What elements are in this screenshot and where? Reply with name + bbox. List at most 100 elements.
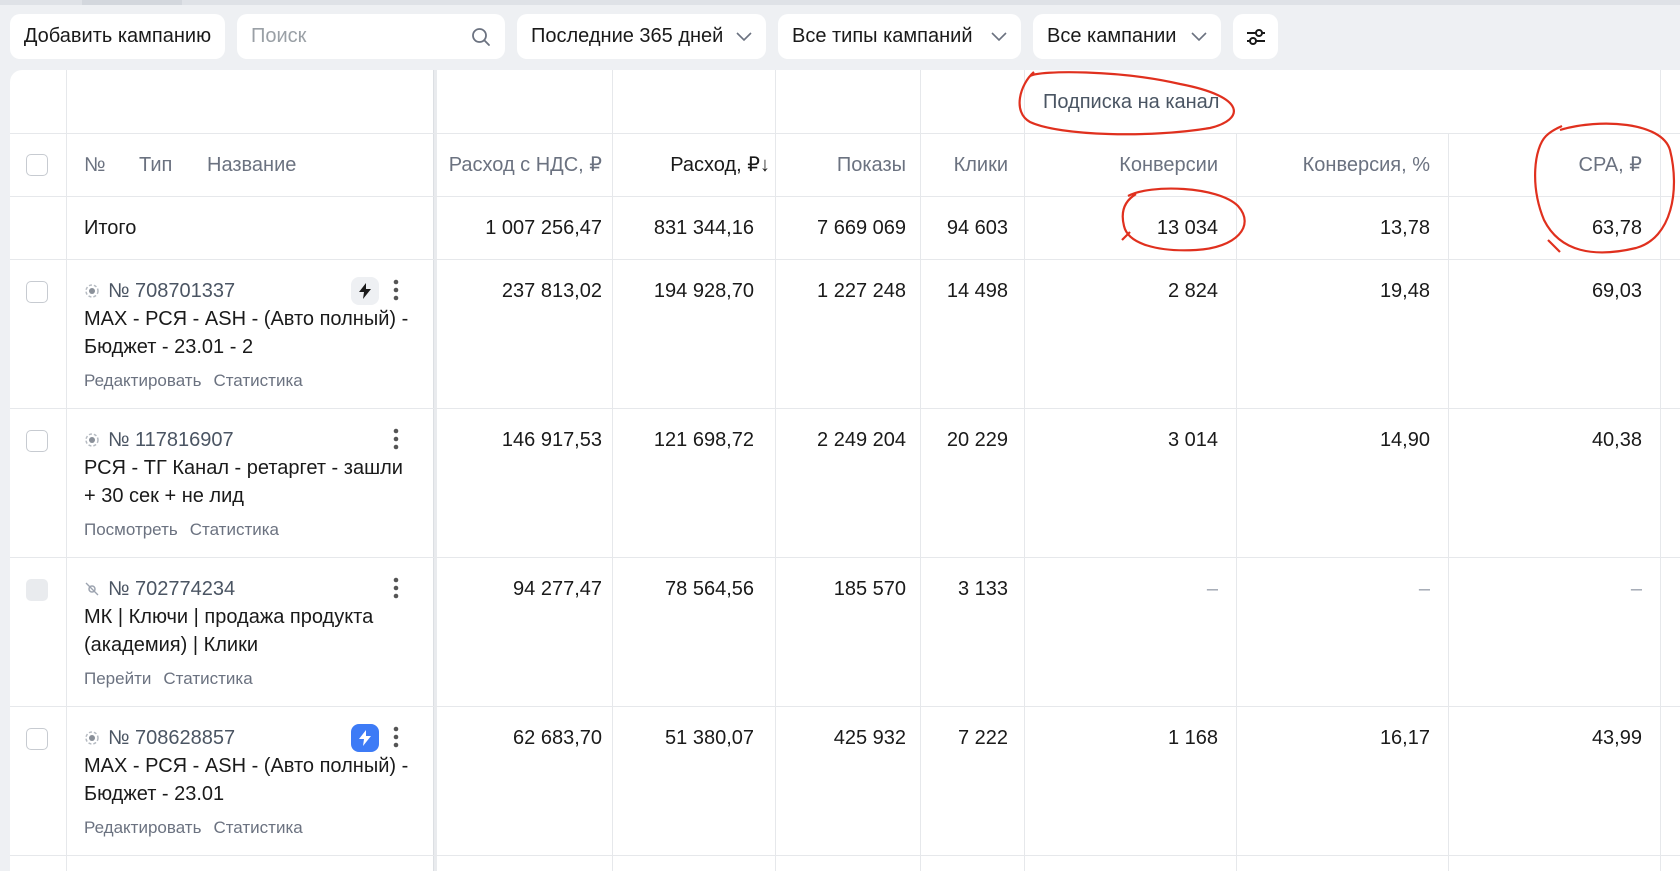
campaign-id-link[interactable]: № 117816907 [84,428,234,452]
campaign-id: № 708701337 [108,280,236,302]
row-divider [10,855,1680,856]
cell-spend-vat: 62 683,70 [513,727,602,749]
row-checkbox[interactable] [26,430,48,452]
cell-conversions: 1 168 [1167,727,1218,749]
header-name[interactable]: Название [207,153,296,177]
column-divider [1236,133,1237,871]
statistics-link[interactable]: Статистика [213,818,302,838]
select-all-checkbox[interactable] [26,154,48,176]
cell-spend-vat: 237 813,02 [501,280,602,302]
campaigns-label: Все кампании [1047,25,1177,47]
cell-conversions: 2 824 [1167,280,1218,302]
header-conversion-rate[interactable]: Конверсия, % [1303,153,1430,177]
add-campaign-button[interactable]: Добавить кампанию [10,14,225,59]
header-cpa[interactable]: CPA, ₽ [1579,153,1642,177]
sliders-icon [1246,28,1265,45]
cell-conversion-rate: 14,90 [1379,429,1430,451]
campaign-actions: Редактировать Статистика [84,371,303,391]
cell-clicks: 20 229 [946,429,1008,451]
go-to-link[interactable]: Перейти [84,669,151,689]
campaign-id-link[interactable]: № 702774234 [84,577,235,601]
column-divider [1024,70,1025,871]
header-conversions[interactable]: Конверсии [1119,153,1218,177]
total-impressions: 7 669 069 [817,217,906,239]
group-header-channel-subscription: Подписка на канал [1043,91,1220,113]
statistics-link[interactable]: Статистика [163,669,252,689]
campaign-name[interactable]: MAX - РСЯ - ASH - (Авто полный) - Бюджет… [84,305,414,361]
total-spend: 831 344,16 [653,217,754,239]
search-input[interactable]: Поиск [237,14,505,59]
cell-impressions: 425 932 [833,727,906,749]
row-divider [10,133,1680,134]
header-clicks[interactable]: Клики [954,153,1008,177]
row-divider [10,408,1680,409]
chevron-down-icon [1191,31,1207,41]
campaign-name[interactable]: MAX - РСЯ - ASH - (Авто полный) - Бюджет… [84,752,414,808]
header-number[interactable]: № [84,153,105,177]
campaign-actions: Редактировать Статистика [84,818,303,838]
campaign-name[interactable]: МК | Ключи | продажа продукта (академия)… [84,603,414,659]
cell-cpa: 69,03 [1591,280,1642,302]
column-divider [1660,70,1661,871]
campaign-name[interactable]: РСЯ - ТГ Канал - ретаргет - зашли + 30 с… [84,454,414,510]
autotargeting-badge[interactable] [351,724,379,752]
campaign-id: № 708628857 [108,727,236,749]
filter-settings-button[interactable] [1233,14,1278,59]
top-tab-strip [0,0,1680,5]
campaign-type-icon [85,582,99,596]
total-spend-vat: 1 007 256,47 [485,217,602,239]
campaign-type-icon [85,284,99,298]
total-label: Итого [84,217,137,239]
header-type[interactable]: Тип [139,153,172,177]
row-divider [10,706,1680,707]
cell-spend: 78 564,56 [665,578,754,600]
campaign-actions: Перейти Статистика [84,669,253,689]
statistics-link[interactable]: Статистика [213,371,302,391]
cell-clicks: 14 498 [946,280,1008,302]
chevron-down-icon [991,31,1007,41]
more-menu-icon[interactable] [393,427,399,451]
search-icon [472,27,490,46]
period-label: Последние 365 дней [531,25,724,47]
cell-clicks: 3 133 [957,578,1008,600]
cell-conversions: 3 014 [1167,429,1218,451]
cell-spend-vat: 146 917,53 [501,429,602,451]
cell-conversions: – [1206,578,1218,600]
total-cpa: 63,78 [1591,217,1642,239]
campaign-type-icon [85,731,99,745]
column-divider [920,70,921,871]
header-spend-sorted[interactable]: Расход, ₽↓ [670,153,770,177]
row-checkbox[interactable] [26,281,48,303]
statistics-link[interactable]: Статистика [190,520,279,540]
campaigns-select[interactable]: Все кампании [1033,14,1221,59]
campaign-actions: Посмотреть Статистика [84,520,279,540]
column-divider [775,70,776,871]
period-select[interactable]: Последние 365 дней [517,14,766,59]
edit-link[interactable]: Редактировать [84,818,201,838]
cell-impressions: 185 570 [833,578,906,600]
campaign-id-link[interactable]: № 708701337 [84,279,235,303]
column-divider [1448,133,1449,871]
more-menu-icon[interactable] [393,576,399,600]
cell-spend: 121 698,72 [653,429,754,451]
campaign-id-link[interactable]: № 708628857 [84,726,235,750]
more-menu-icon[interactable] [393,725,399,749]
sticky-column-divider[interactable] [433,70,437,871]
cell-conversion-rate: – [1418,578,1430,600]
campaigns-table: Подписка на канал № Тип Название Расход … [10,70,1680,871]
cell-spend: 51 380,07 [665,727,754,749]
campaign-types-select[interactable]: Все типы кампаний [778,14,1021,59]
top-tab-indicator [82,0,182,5]
cell-clicks: 7 222 [957,727,1008,749]
edit-link[interactable]: Редактировать [84,371,201,391]
autotargeting-badge[interactable] [351,277,379,305]
more-menu-icon[interactable] [393,278,399,302]
view-link[interactable]: Посмотреть [84,520,178,540]
header-spend-vat[interactable]: Расход с НДС, ₽ [449,153,602,177]
header-impressions[interactable]: Показы [837,153,906,177]
cell-spend: 194 928,70 [653,280,754,302]
row-divider [10,196,1680,197]
row-checkbox[interactable] [26,728,48,750]
row-divider [10,557,1680,558]
row-checkbox-disabled [26,579,48,601]
